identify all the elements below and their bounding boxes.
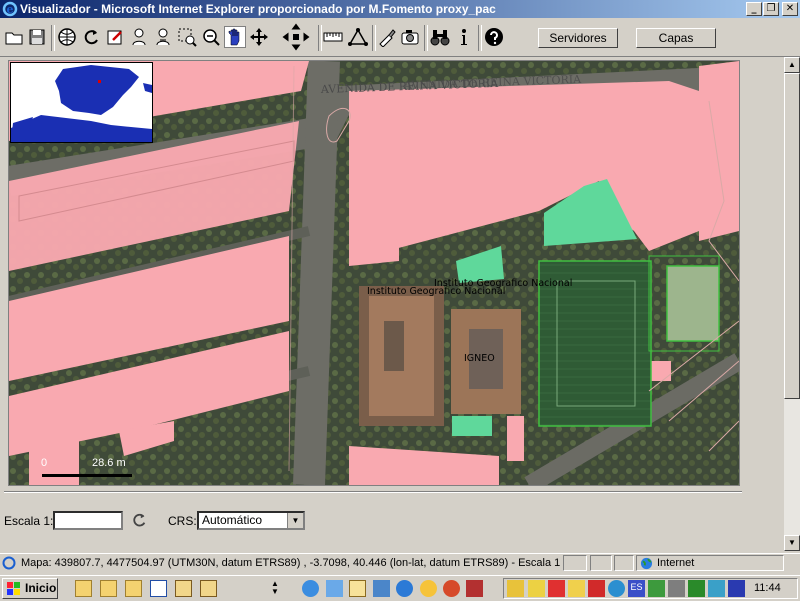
toolbar-separator bbox=[424, 25, 428, 51]
folder-icon[interactable] bbox=[200, 580, 217, 597]
help-icon[interactable] bbox=[483, 26, 505, 48]
status-pane bbox=[563, 555, 587, 571]
word-icon[interactable] bbox=[150, 580, 167, 597]
mail-icon[interactable] bbox=[75, 580, 92, 597]
place-label: Instituto Geografico Nacional bbox=[367, 286, 505, 297]
scalebar-distance: 28.6 m bbox=[92, 457, 126, 469]
mail-icon[interactable] bbox=[125, 580, 142, 597]
refresh-scale-icon[interactable] bbox=[130, 511, 148, 529]
status-text: Mapa: 439807.7, 4477504.97 (UTM30N, datu… bbox=[21, 557, 561, 569]
internet-globe-icon bbox=[640, 557, 653, 570]
globe-icon[interactable] bbox=[56, 26, 78, 48]
info-icon[interactable] bbox=[453, 26, 475, 48]
crs-label: CRS: bbox=[168, 514, 197, 528]
speaker-icon[interactable] bbox=[507, 580, 524, 597]
scroll-up-icon[interactable]: ▲ bbox=[784, 57, 800, 73]
taskbar-scroll-icon[interactable]: ▲ ▼ bbox=[265, 580, 285, 597]
move-arrows-icon[interactable] bbox=[248, 26, 270, 48]
chevron-down-icon[interactable]: ▼ bbox=[287, 513, 303, 528]
tray-app-icon[interactable] bbox=[728, 580, 745, 597]
crs-selected-value: Automático bbox=[202, 513, 263, 527]
alert-icon[interactable] bbox=[548, 580, 565, 597]
search-icon[interactable] bbox=[396, 580, 413, 597]
ie-icon[interactable] bbox=[302, 580, 319, 597]
title-bar: e Visualizador - Microsoft Internet Expl… bbox=[0, 0, 800, 18]
camera-icon[interactable] bbox=[399, 26, 421, 48]
start-label: Inicio bbox=[25, 581, 57, 595]
status-bar: Mapa: 439807.7, 4477504.97 (UTM30N, datu… bbox=[0, 553, 800, 574]
iberian-peninsula-icon bbox=[11, 63, 152, 142]
tray-app-icon[interactable] bbox=[648, 580, 665, 597]
window-title: Visualizador - Microsoft Internet Explor… bbox=[20, 2, 496, 16]
clock-app-icon[interactable] bbox=[420, 580, 437, 597]
ie-logo-icon: e bbox=[2, 1, 18, 17]
tray-app-icon[interactable] bbox=[668, 580, 685, 597]
toolbar-separator bbox=[51, 25, 55, 51]
zoom-out-icon[interactable] bbox=[200, 26, 222, 48]
minimize-button[interactable]: _ bbox=[746, 2, 762, 16]
refresh-icon[interactable] bbox=[80, 26, 102, 48]
toolbar-separator bbox=[478, 25, 482, 51]
measure-area-icon[interactable] bbox=[347, 26, 369, 48]
binoculars-icon[interactable] bbox=[429, 26, 451, 48]
pan-directions-icon[interactable] bbox=[278, 23, 314, 51]
windows-flag-icon bbox=[7, 582, 20, 595]
escala-input[interactable] bbox=[53, 511, 123, 530]
antivirus-icon[interactable] bbox=[588, 580, 605, 597]
scalebar bbox=[42, 474, 132, 477]
update-icon[interactable] bbox=[608, 580, 625, 597]
map-toolbar: Servidores Capas bbox=[0, 20, 800, 57]
servidores-button[interactable]: Servidores bbox=[538, 28, 618, 48]
open-folder-icon[interactable] bbox=[3, 26, 25, 48]
vertical-scrollbar[interactable]: ▲ ▼ bbox=[784, 57, 800, 551]
save-icon[interactable] bbox=[26, 26, 48, 48]
desktop-icon[interactable] bbox=[326, 580, 343, 597]
security-icon[interactable] bbox=[568, 580, 585, 597]
clock: 11:44 bbox=[754, 582, 781, 594]
maximize-button[interactable]: ❐ bbox=[763, 2, 779, 16]
status-pane bbox=[590, 555, 612, 571]
taskbar: Inicio ▲ ▼ ES 11:44 bbox=[0, 575, 800, 601]
start-button[interactable]: Inicio bbox=[2, 578, 58, 599]
tray-app-icon[interactable] bbox=[688, 580, 705, 597]
zoom-out-person-icon[interactable] bbox=[152, 26, 174, 48]
scalebar-zero: 0 bbox=[41, 457, 48, 469]
svg-text:e: e bbox=[7, 3, 14, 16]
network-icon[interactable] bbox=[528, 580, 545, 597]
overview-map[interactable] bbox=[10, 62, 153, 143]
close-button[interactable]: ✕ bbox=[782, 2, 798, 16]
location-marker-icon bbox=[98, 80, 101, 83]
place-label: IGNEO bbox=[464, 353, 495, 364]
controls-divider bbox=[4, 491, 742, 493]
measure-ruler-icon[interactable] bbox=[322, 26, 344, 48]
language-icon[interactable]: ES bbox=[628, 580, 645, 597]
pan-hand-icon[interactable] bbox=[224, 26, 246, 48]
escala-label: Escala 1: bbox=[4, 514, 54, 528]
app-icon[interactable] bbox=[466, 580, 483, 597]
note-icon[interactable] bbox=[349, 580, 366, 597]
zone-text: Internet bbox=[657, 557, 695, 569]
tray-app-icon[interactable] bbox=[708, 580, 725, 597]
edit-map-icon[interactable] bbox=[104, 26, 126, 48]
scroll-down-icon[interactable]: ▼ bbox=[784, 535, 800, 551]
zoom-in-person-icon[interactable] bbox=[128, 26, 150, 48]
zoom-rectangle-icon[interactable] bbox=[176, 26, 198, 48]
window-icon[interactable] bbox=[373, 580, 390, 597]
mail-icon[interactable] bbox=[100, 580, 117, 597]
page-icon bbox=[2, 556, 16, 570]
crs-select[interactable]: Automático ▼ bbox=[197, 511, 305, 530]
folder-icon[interactable] bbox=[175, 580, 192, 597]
scroll-thumb[interactable] bbox=[784, 73, 800, 399]
media-icon[interactable] bbox=[443, 580, 460, 597]
paint-icon[interactable] bbox=[376, 26, 398, 48]
capas-button[interactable]: Capas bbox=[636, 28, 716, 48]
status-pane bbox=[614, 555, 634, 571]
